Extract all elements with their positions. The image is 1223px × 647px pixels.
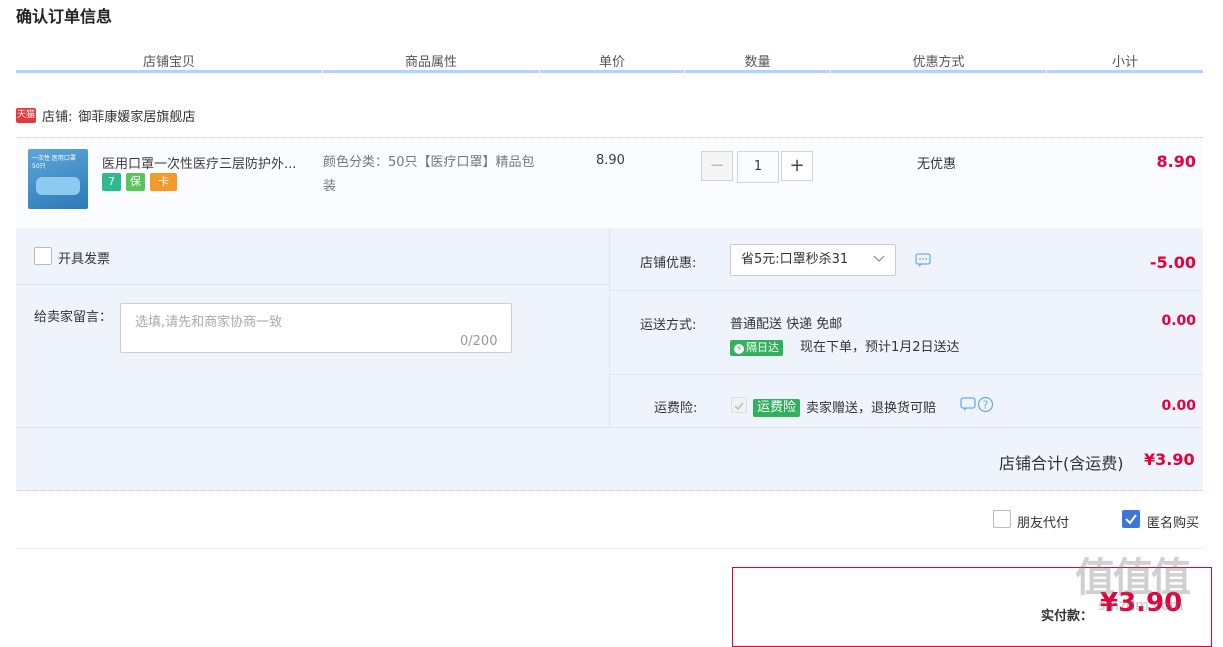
invoice-checkbox[interactable] <box>34 247 52 265</box>
header-underline <box>685 70 830 73</box>
header-underline <box>1047 70 1203 73</box>
guarantee-icon[interactable]: 保 <box>126 173 145 191</box>
seven-day-return-icon[interactable]: 7 <box>102 173 121 191</box>
header-underline <box>540 70 684 73</box>
svg-text:?: ? <box>983 399 989 412</box>
qty-input[interactable]: 1 <box>737 151 779 183</box>
insurance-desc: 卖家赠送，退换货可赔 <box>806 401 937 416</box>
check-icon <box>734 402 744 411</box>
anonymous-label: 匿名购买 <box>1147 516 1200 531</box>
shop-total-label: 店铺合计(含运费) <box>999 454 1124 473</box>
insurance-label: 运费险: <box>654 401 698 416</box>
qty-decrease-button[interactable]: − <box>701 151 733 181</box>
anonymous-checkbox[interactable] <box>1122 510 1140 528</box>
item-subtotal: 8.90 <box>1156 152 1196 171</box>
col-header-qty: 数量 <box>744 55 771 70</box>
product-thumbnail-text: 一次性 医用口罩 50只 <box>32 155 76 170</box>
help-icon[interactable]: ? <box>977 396 994 413</box>
header-underline <box>831 70 1046 73</box>
invoice-label: 开具发票 <box>58 252 111 267</box>
next-day-badge: ⚡ 隔日达 <box>730 336 783 356</box>
shipping-amount: 0.00 <box>1161 313 1196 329</box>
shop-promo-select[interactable]: 省5元:口罩秒杀31 <box>730 244 896 276</box>
qty-increase-button[interactable]: + <box>781 151 813 181</box>
shop-promo-label: 店铺优惠: <box>640 256 697 271</box>
shop-total-value: ¥3.90 <box>1144 450 1195 469</box>
product-name-link[interactable]: 医用口罩一次性医疗三层防护外... <box>102 153 320 172</box>
pay-label: 实付款： <box>1041 609 1094 624</box>
page-title: 确认订单信息 <box>16 7 113 26</box>
header-underline <box>323 70 539 73</box>
shop-row: 天猫 店铺: 御菲康媛家居旗舰店 <box>16 106 195 125</box>
shop-label: 店铺: <box>42 110 73 125</box>
divider <box>610 374 1203 375</box>
col-header-promo: 优惠方式 <box>912 55 965 70</box>
message-counter: 0/200 <box>460 334 498 349</box>
insurance-checkbox[interactable] <box>731 397 747 413</box>
shop-name-link[interactable]: 御菲康媛家居旗舰店 <box>78 106 195 125</box>
watermark-text: smzdm.com <box>1098 598 1184 614</box>
divider <box>16 427 1203 428</box>
shipping-label: 运送方式: <box>640 318 697 333</box>
lightning-icon: ⚡ <box>734 344 744 354</box>
insurance-badge: 运费险 <box>753 396 801 417</box>
message-label: 给卖家留言： <box>34 310 113 325</box>
col-header-item: 店铺宝贝 <box>142 55 195 70</box>
col-header-subtotal: 小计 <box>1111 55 1138 70</box>
col-header-attr: 商品属性 <box>404 55 457 70</box>
watermark-logo: 值值值 <box>1075 555 1191 601</box>
next-day-badge-text: 隔日达 <box>746 341 779 354</box>
item-promo: 无优惠 <box>917 157 957 172</box>
tmall-icon: 天猫 <box>16 108 36 123</box>
card-payment-icon[interactable]: 卡 <box>150 173 177 191</box>
divider <box>16 548 1203 549</box>
unit-price: 8.90 <box>596 153 625 168</box>
insurance-amount: 0.00 <box>1161 398 1196 414</box>
shop-promo-amount: -5.00 <box>1149 253 1196 272</box>
divider <box>610 290 1203 291</box>
shop-promo-selected: 省5元:口罩秒杀31 <box>741 252 849 267</box>
divider <box>16 284 609 285</box>
message-placeholder: 选填,请先和商家协商一致 <box>135 315 283 330</box>
shipping-eta: 现在下单，预计1月2日送达 <box>800 340 960 355</box>
product-attributes: 颜色分类：50只【医疗口罩】精品包装 <box>323 155 535 194</box>
friend-pay-checkbox[interactable] <box>993 510 1011 528</box>
chevron-down-icon <box>873 255 885 262</box>
col-header-price: 单价 <box>598 55 625 70</box>
header-underline <box>16 70 322 73</box>
chat-bubble-icon[interactable] <box>915 253 932 268</box>
shipping-method: 普通配送 快递 免邮 <box>730 317 843 332</box>
chat-bubble-icon[interactable] <box>960 397 977 412</box>
check-icon <box>1125 514 1137 525</box>
friend-pay-label: 朋友代付 <box>1017 516 1070 531</box>
item-row <box>16 137 1203 229</box>
